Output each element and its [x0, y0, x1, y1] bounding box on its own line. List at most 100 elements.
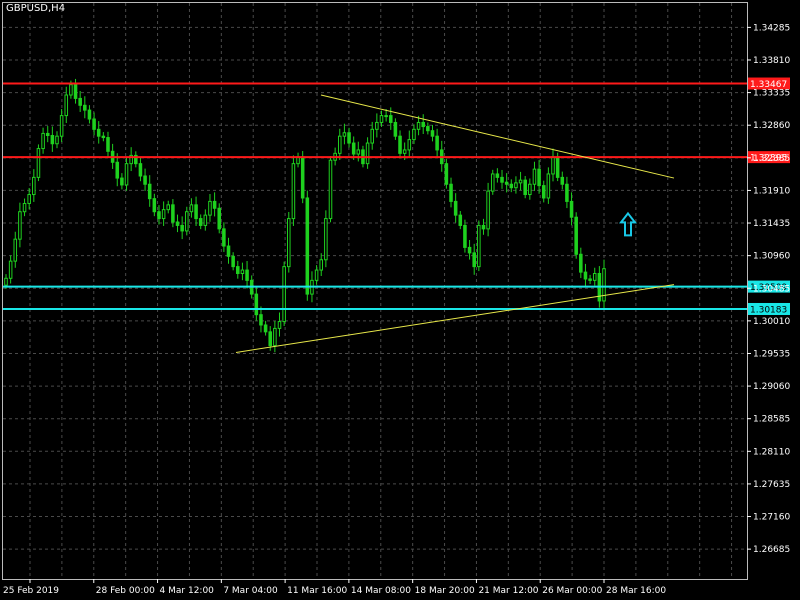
- candle-bearish: [509, 183, 514, 189]
- candle-bearish: [300, 156, 305, 199]
- candle-bullish: [328, 159, 333, 220]
- candle-bearish: [171, 204, 175, 223]
- candle-bullish: [64, 94, 69, 117]
- candle-bullish: [69, 84, 73, 96]
- time-tick-label: 14 Mar 08:00: [351, 586, 411, 596]
- candle-bearish: [152, 198, 157, 213]
- candle-bearish: [92, 118, 96, 130]
- candle-bearish: [430, 130, 435, 137]
- candle-bearish: [463, 224, 467, 248]
- candle-bullish: [592, 272, 597, 281]
- candle-bearish: [388, 115, 393, 123]
- candle-bullish: [490, 173, 495, 192]
- candle-bearish: [73, 84, 78, 99]
- candle-bearish: [83, 104, 87, 111]
- price-tick-label: 1.30485: [753, 284, 790, 294]
- candle-bearish: [143, 175, 147, 185]
- candle-bearish: [45, 132, 50, 137]
- candle-bearish: [467, 246, 472, 254]
- candle-bullish: [36, 148, 41, 178]
- candle-bullish: [402, 149, 407, 154]
- candle-bullish: [124, 163, 129, 186]
- candle-bearish: [115, 161, 120, 179]
- time-tick-label: 25 Feb 2019: [3, 586, 59, 596]
- candle-bearish: [504, 181, 509, 185]
- candle-bullish: [365, 142, 370, 165]
- candle-bullish: [13, 238, 18, 262]
- candle-bearish: [421, 121, 425, 128]
- candle-bullish: [356, 149, 361, 155]
- candle-bearish: [101, 135, 106, 139]
- candle-bearish: [537, 168, 541, 187]
- candle-bearish: [523, 179, 527, 196]
- candle-bearish: [541, 185, 546, 199]
- chart-canvas[interactable]: 1.334671.323951.305091.30183 1.342851.33…: [0, 0, 800, 600]
- candle-bullish: [161, 209, 166, 220]
- candle-bullish: [528, 183, 532, 196]
- candle-bullish: [416, 121, 421, 130]
- plot-background: [0, 0, 800, 600]
- candle-bearish: [263, 324, 268, 333]
- candle-bullish: [282, 266, 286, 323]
- candle-bearish: [579, 253, 583, 273]
- candle-bullish: [342, 132, 347, 137]
- candle-bearish: [175, 221, 180, 226]
- time-tick-label: 11 Mar 16:00: [287, 586, 347, 596]
- candle-bearish: [217, 207, 222, 230]
- candle-bullish: [32, 176, 36, 196]
- candle-bearish: [351, 142, 356, 155]
- candle-bullish: [166, 204, 171, 211]
- candle-bullish: [370, 128, 374, 144]
- candle-bearish: [157, 211, 161, 220]
- candle-bullish: [412, 128, 416, 141]
- time-tick-label: 28 Mar 16:00: [606, 586, 666, 596]
- candle-bearish: [347, 132, 351, 144]
- candle-bearish: [583, 271, 588, 280]
- price-tick-label: 1.32385: [753, 154, 790, 164]
- candle-bullish: [319, 259, 323, 271]
- candle-bullish: [41, 132, 45, 150]
- candle-bullish: [384, 115, 388, 118]
- candle-bullish: [8, 260, 13, 279]
- candle-bearish: [180, 224, 184, 232]
- candle-bullish: [314, 269, 319, 281]
- time-tick-label: 28 Feb 00:00: [96, 586, 155, 596]
- candle-bearish: [588, 278, 592, 281]
- price-tick-label: 1.28585: [753, 415, 790, 425]
- candle-bearish: [435, 135, 439, 151]
- price-tick-label: 1.28110: [753, 447, 790, 457]
- candle-bearish: [569, 200, 574, 218]
- candle-bullish: [273, 327, 277, 347]
- candle-bullish: [551, 156, 555, 175]
- candle-bullish: [291, 163, 296, 220]
- price-tick-label: 1.26685: [753, 545, 790, 555]
- candle-bullish: [189, 204, 194, 213]
- candle-bearish: [212, 200, 217, 209]
- candle-bullish: [287, 218, 291, 268]
- candle-bullish: [27, 194, 31, 204]
- candle-bearish: [560, 176, 565, 185]
- price-tick-label: 1.34285: [753, 23, 790, 33]
- candle-bullish: [59, 115, 64, 137]
- candle-bearish: [481, 224, 486, 230]
- candle-bearish: [268, 331, 273, 347]
- candle-bearish: [120, 177, 124, 186]
- price-tick-label: 1.30960: [753, 252, 790, 262]
- candle-bullish: [277, 321, 282, 329]
- candle-bullish: [486, 190, 490, 230]
- candle-bearish: [138, 163, 143, 177]
- candle-bullish: [375, 121, 379, 130]
- candle-bullish: [514, 182, 518, 189]
- candle-bullish: [337, 135, 342, 154]
- price-tick-label: 1.31435: [753, 219, 790, 229]
- candle-bullish: [185, 211, 189, 232]
- price-tick-label: 1.27160: [753, 513, 790, 523]
- candle-bearish: [106, 137, 110, 152]
- candle-bullish: [477, 224, 481, 268]
- candle-bearish: [222, 228, 226, 247]
- candle-bearish: [458, 214, 463, 226]
- candle-bearish: [50, 135, 55, 145]
- candle-bearish: [305, 197, 310, 295]
- candle-bullish: [324, 218, 328, 261]
- candle-bearish: [231, 255, 235, 268]
